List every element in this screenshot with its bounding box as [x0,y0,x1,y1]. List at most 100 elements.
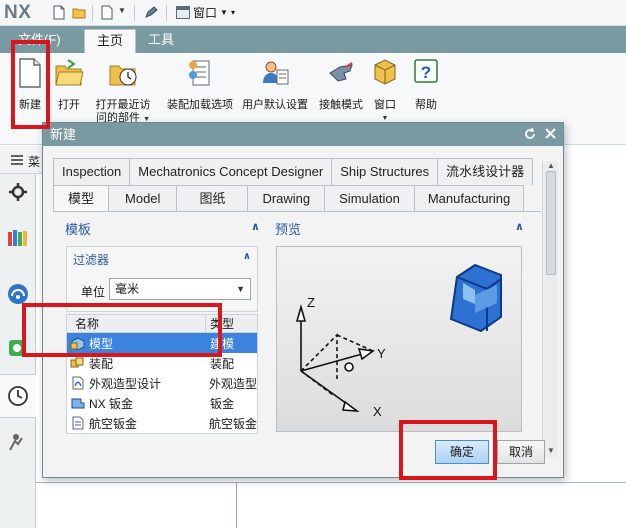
tab-mechatronics[interactable]: Mechatronics Concept Designer [129,158,333,185]
template-tabs-row1: Inspection Mechatronics Concept Designer… [53,158,534,185]
dialog-title: 新建 [50,127,77,142]
scroll-up-icon[interactable]: ▲ [547,161,555,170]
help-icon: ? [414,59,438,83]
sheet-metal-icon [71,398,85,409]
aero-sheet-metal-icon [72,416,84,430]
svg-text:?: ? [421,63,431,82]
user-settings-icon [263,61,289,85]
recent-folder-icon [109,65,137,86]
scrollbar-thumb[interactable] [546,171,556,275]
row-type: 航空钣金 [208,416,257,431]
row-type: 外观造型 [208,376,257,391]
quick-access-bar: NX ▼ 窗口 ▼ ▾ [0,0,626,26]
shape-studio-icon [72,376,84,390]
unit-label: 单位 [81,285,106,299]
unit-select[interactable]: 毫米 ▼ [109,278,251,300]
highlight-model-row [22,303,222,357]
chevron-down-icon[interactable]: ▼ [118,6,126,15]
open-folder-icon[interactable] [72,5,86,20]
axis-triad [295,304,376,412]
menu-label[interactable]: 菜 [28,153,40,170]
open-recent-button[interactable]: 打开最近访 问的部件 ▼ [92,57,154,126]
collapse-templates-icon[interactable]: ∧ [251,220,260,233]
open-button[interactable]: 打开 [54,57,84,112]
user-defaults-label: 用户默认设置 [242,99,308,111]
tab-inspection[interactable]: Inspection [53,158,131,185]
separator [166,5,167,21]
scroll-down-icon[interactable]: ▼ [547,446,555,455]
tab-model[interactable]: Model [108,185,178,212]
template-tabs-row2: 模型 Model 图纸 Drawing Simulation Manufactu… [53,185,525,212]
dialog-scrollbar[interactable]: ▲ ▼ [542,161,558,457]
user-defaults-button[interactable]: 用户默认设置 [240,57,310,112]
help-button[interactable]: ? 帮助 [410,57,442,112]
window-cube-icon [374,59,396,85]
tab-tools[interactable]: 工具 [136,29,186,53]
tab-drawing-cn[interactable]: 图纸 [176,185,249,212]
preview-panel: Z Y X [276,246,522,432]
tab-home[interactable]: 主页 [84,29,137,53]
highlight-new-button [11,40,50,129]
chevron-down-icon: ▼ [236,284,245,294]
row-name: NX 钣金 [89,396,134,411]
window-menu[interactable]: 窗口 ▼ ▾ [176,4,235,21]
assembly-icon [70,357,84,368]
row-name: 外观造型设计 [89,376,162,391]
tab-model-cn[interactable]: 模型 [53,185,110,212]
tab-ship-structures[interactable]: Ship Structures [331,158,439,185]
y-axis-label: Y [377,346,386,361]
ribbon-tab-bar: 文件(F) 主页 工具 [0,26,626,53]
row-type: 钣金 [210,396,235,411]
assembly-load-options-label: 装配加载选项 [167,99,233,111]
reset-icon[interactable] [523,127,537,141]
assembly-options-icon [189,60,210,86]
roles-icon[interactable] [6,430,30,454]
touch-hand-icon [329,62,353,82]
menu-bar: 菜 [0,146,42,174]
clock-icon[interactable] [6,384,30,408]
open-button-label: 打开 [58,99,80,111]
chevron-down-icon: ▼ [220,8,228,17]
cancel-button[interactable]: 取消 [497,440,545,464]
nx-logo: NX [4,2,32,23]
tab-manufacturing[interactable]: Manufacturing [413,185,525,212]
templates-section-label: 模板 [65,222,92,237]
row-type: 装配 [210,356,235,371]
page-icon[interactable] [100,5,114,20]
new-file-icon[interactable] [52,5,66,20]
tab-drawing[interactable]: Drawing [247,185,326,212]
menu-icon[interactable] [10,154,24,166]
tab-line-designer[interactable]: 流水线设计器 [437,158,534,185]
table-row[interactable]: 外观造型设计 外观造型 [67,373,257,393]
table-row[interactable]: 航空钣金 航空钣金 [67,413,257,433]
window-button[interactable]: 窗口 ▼ [370,57,400,125]
collapse-preview-icon[interactable]: ∧ [515,220,524,233]
help-button-label: 帮助 [415,99,437,111]
window-menu-label: 窗口 [193,6,218,20]
pencil-icon[interactable] [144,5,158,20]
row-name: 装配 [89,356,114,371]
window-button-label: 窗口 [374,99,396,111]
row-name: 航空钣金 [89,416,138,431]
unit-select-value: 毫米 [115,282,140,296]
filter-title: 过滤器 [73,253,110,267]
close-icon[interactable] [544,127,557,140]
tab-simulation[interactable]: Simulation [324,185,415,212]
dialog-title-bar: 新建 [43,123,563,146]
window-icon [176,6,190,19]
touch-mode-button[interactable]: 接触模式 [316,57,366,112]
gear-icon[interactable] [6,180,30,204]
collapse-filter-icon[interactable]: ∧ [243,251,251,262]
preview-image: Z Y X [295,263,502,419]
open-folder-icon [55,59,84,86]
table-row[interactable]: NX 钣金 钣金 [67,393,257,413]
model-preview-icon [449,263,502,333]
touch-mode-label: 接触模式 [319,99,363,111]
assembly-load-options-button[interactable]: 装配加载选项 [164,57,236,112]
separator [134,5,135,21]
x-axis-label: X [373,404,382,419]
workarea-border [36,482,626,483]
open-recent-label: 打开最近访 [95,99,151,111]
separator [92,5,93,21]
library-icon[interactable] [6,226,30,250]
